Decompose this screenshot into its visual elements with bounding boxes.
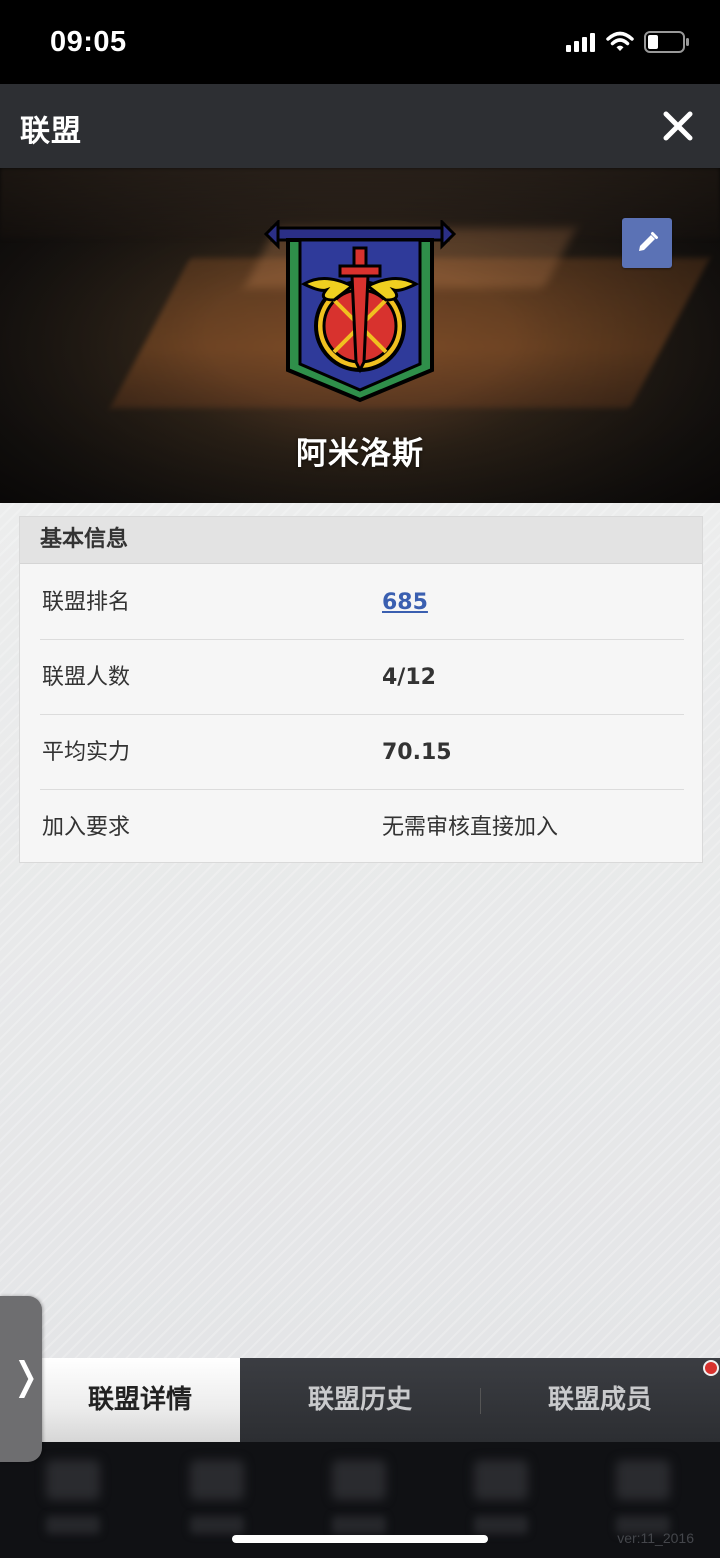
basic-info-card: 基本信息 联盟排名 685 联盟人数 4/12 平均实力 70.15 加入要求 … bbox=[19, 516, 703, 863]
status-time: 09:05 bbox=[50, 26, 127, 58]
nav-icon-5 bbox=[616, 1460, 670, 1500]
home-indicator[interactable] bbox=[232, 1535, 488, 1543]
status-bar: 09:05 bbox=[0, 0, 720, 84]
rank-label: 联盟排名 bbox=[42, 590, 131, 615]
battery-icon bbox=[644, 31, 689, 53]
page-title: 联盟 bbox=[20, 114, 82, 149]
status-icons bbox=[566, 30, 690, 54]
members-label: 联盟人数 bbox=[42, 665, 131, 690]
members-value: 4/12 bbox=[382, 665, 436, 690]
notification-badge bbox=[703, 1360, 719, 1376]
tab-league-details[interactable]: 联盟详情 bbox=[40, 1358, 240, 1442]
tab-league-members[interactable]: 联盟成员 bbox=[480, 1358, 720, 1442]
side-drawer-toggle[interactable]: ❭ bbox=[0, 1296, 42, 1462]
average-power-label: 平均实力 bbox=[42, 740, 131, 765]
join-requirement-value: 无需审核直接加入 bbox=[382, 815, 559, 840]
info-row-members: 联盟人数 4/12 bbox=[40, 640, 684, 715]
average-power-value: 70.15 bbox=[382, 740, 452, 765]
nav-label-1 bbox=[46, 1516, 100, 1534]
header-bar: 联盟 bbox=[0, 84, 720, 168]
version-label: ver:11_2016 bbox=[617, 1530, 694, 1546]
nav-icon-4 bbox=[474, 1460, 528, 1500]
chevron-right-icon: ❭ bbox=[10, 1354, 42, 1398]
nav-label-2 bbox=[190, 1516, 244, 1534]
info-row-join-requirement: 加入要求 无需审核直接加入 bbox=[40, 790, 684, 865]
league-emblem bbox=[264, 220, 456, 403]
edit-button[interactable] bbox=[622, 218, 672, 268]
wifi-icon bbox=[606, 31, 634, 51]
close-button[interactable] bbox=[660, 108, 696, 144]
nav-icon-1 bbox=[46, 1460, 100, 1500]
join-requirement-label: 加入要求 bbox=[42, 815, 131, 840]
rank-value-link[interactable]: 685 bbox=[382, 565, 428, 640]
info-row-rank: 联盟排名 685 bbox=[40, 565, 684, 640]
nav-label-4 bbox=[474, 1516, 528, 1534]
close-icon bbox=[663, 111, 693, 141]
nav-icon-3 bbox=[332, 1460, 386, 1500]
pencil-icon bbox=[639, 232, 658, 251]
tab-league-history[interactable]: 联盟历史 bbox=[240, 1358, 480, 1442]
signal-icon bbox=[566, 33, 595, 52]
basic-info-title: 基本信息 bbox=[20, 517, 702, 564]
info-row-average-power: 平均实力 70.15 bbox=[40, 715, 684, 790]
league-tab-bar: 联盟详情 联盟历史 联盟成员 bbox=[0, 1358, 720, 1442]
nav-label-3 bbox=[332, 1516, 386, 1534]
league-name: 阿米洛斯 bbox=[296, 436, 424, 472]
nav-icon-2 bbox=[190, 1460, 244, 1500]
content-area: 基本信息 联盟排名 685 联盟人数 4/12 平均实力 70.15 加入要求 … bbox=[0, 503, 720, 1358]
league-banner: 阿米洛斯 bbox=[0, 168, 720, 503]
